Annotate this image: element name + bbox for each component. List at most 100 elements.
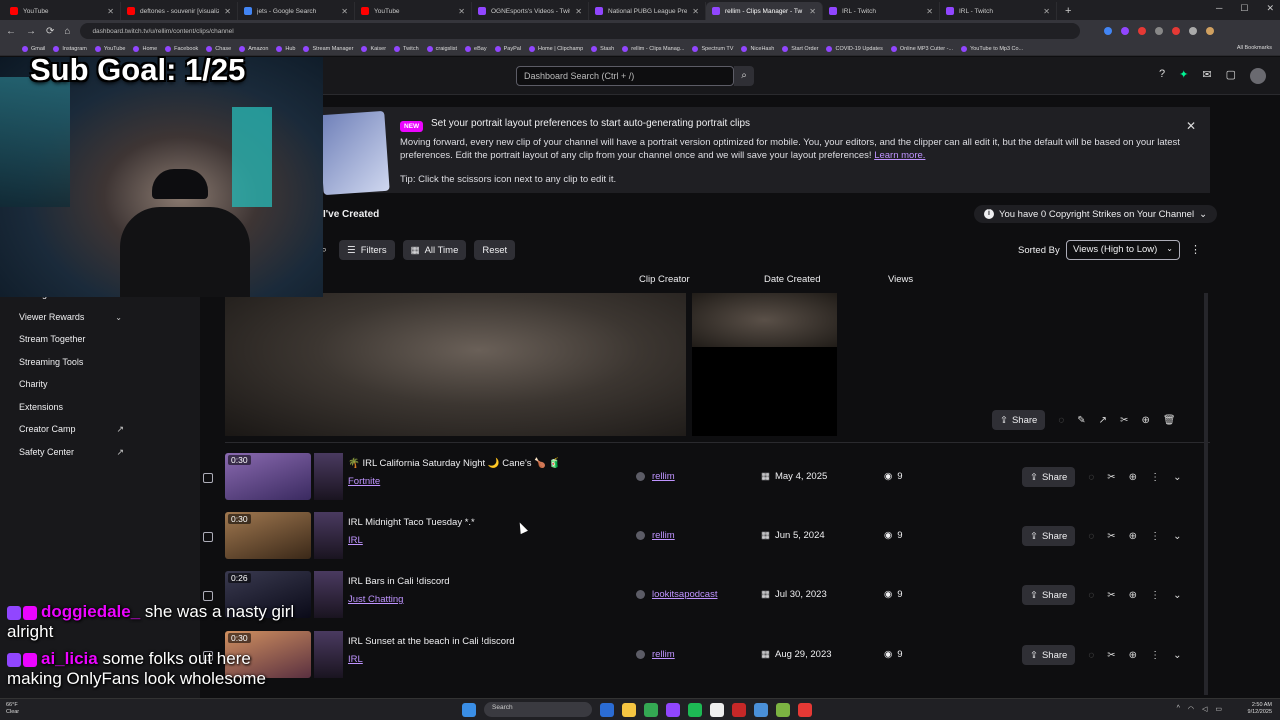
scissors-icon[interactable]: ✂ (1107, 650, 1115, 661)
app-icon[interactable] (754, 702, 768, 717)
row-checkbox[interactable] (203, 591, 213, 601)
clip-title[interactable]: IRL Midnight Taco Tuesday *.* (348, 517, 475, 528)
edit-icon[interactable]: ✎ (1077, 415, 1085, 426)
bookmark-item[interactable]: YouTube (94, 45, 125, 52)
scissors-icon[interactable]: ✂ (1107, 531, 1115, 542)
chrome-icon[interactable] (644, 702, 658, 717)
maximize-icon[interactable]: ☐ (1240, 3, 1248, 14)
all-bookmarks[interactable]: All Bookmarks (1237, 45, 1272, 51)
whispers-icon[interactable]: ▢ (1226, 68, 1236, 84)
back-icon[interactable]: ← (6, 26, 16, 37)
sidebar-item[interactable]: Charity (6, 374, 130, 394)
chevron-up-icon[interactable]: ^ (1177, 705, 1180, 713)
browser-tab[interactable]: National PUBG League Preseas ✕ (589, 2, 706, 20)
file-explorer-icon[interactable] (622, 702, 636, 717)
row-checkbox[interactable] (203, 532, 213, 542)
battery-icon[interactable]: ▭ (1215, 705, 1222, 713)
column-header-date[interactable]: Date Created (764, 274, 821, 285)
sidebar-item[interactable]: Streaming Tools (6, 352, 130, 372)
new-tab-button[interactable]: + (1057, 2, 1079, 20)
bookmark-item[interactable]: eBay (465, 45, 487, 52)
learn-more-link[interactable]: Learn more. (874, 150, 925, 161)
clip-landscape-preview[interactable] (225, 293, 686, 436)
extension-icon[interactable] (1155, 27, 1164, 35)
clip-creator[interactable]: rellim (636, 471, 675, 482)
download-icon[interactable]: ⊕ (1129, 472, 1137, 483)
delete-icon[interactable]: 🗑 (1163, 415, 1176, 426)
scrollbar[interactable] (1204, 293, 1208, 695)
clip-portrait-thumbnail[interactable] (314, 453, 343, 500)
clip-creator[interactable]: rellim (636, 649, 675, 660)
clip-category[interactable]: Fortnite (348, 476, 380, 487)
bookmark-item[interactable]: Start Order (782, 45, 818, 52)
download-icon[interactable]: ⊕ (1141, 415, 1149, 426)
profile-avatar-icon[interactable] (1206, 27, 1215, 35)
bookmark-item[interactable]: craigslist (426, 45, 457, 52)
reload-icon[interactable]: ⟳ (46, 26, 54, 37)
browser-tab[interactable]: YouTube ✕ (355, 2, 472, 20)
clip-portrait-thumbnail[interactable] (314, 571, 343, 618)
sort-select[interactable]: Views (High to Low) ⌄ (1066, 240, 1180, 260)
extension-icon[interactable] (1189, 27, 1198, 35)
app-icon[interactable] (600, 702, 614, 717)
more-options-icon[interactable]: ⋮ (1150, 472, 1160, 483)
filters-button[interactable]: ☰ Filters (339, 240, 395, 260)
dashboard-search-input[interactable]: Dashboard Search (Ctrl + /) (516, 66, 734, 86)
volume-icon[interactable]: ◁ (1202, 705, 1207, 713)
share-button[interactable]: ⇪ Share (1022, 526, 1076, 546)
browser-tab[interactable]: IRL - Twitch ✕ (823, 2, 940, 20)
home-icon[interactable]: ⌂ (64, 26, 70, 37)
bookmark-item[interactable]: NiceHash (741, 45, 774, 52)
chevron-down-icon[interactable]: ⌄ (1173, 472, 1181, 483)
sidebar-item[interactable]: Viewer Rewards ⌄ (6, 307, 130, 327)
close-tab-icon[interactable]: ✕ (692, 7, 699, 16)
gem-icon[interactable]: ✦ (1179, 68, 1188, 84)
start-icon[interactable] (462, 702, 476, 717)
time-range-button[interactable]: ▦ All Time (402, 240, 467, 260)
copyright-strikes-dropdown[interactable]: i You have 0 Copyright Strikes on Your C… (974, 205, 1218, 223)
share-button[interactable]: ⇪ Share (1022, 645, 1076, 665)
table-row[interactable]: 0:30 IRL Sunset at the beach in Cali !dis… (200, 628, 1210, 686)
help-icon[interactable]: ? (1159, 68, 1165, 84)
share-button[interactable]: ⇪ Share (1022, 585, 1076, 605)
bookmark-item[interactable]: Amazon (239, 45, 268, 52)
chevron-down-icon[interactable]: ⌄ (1173, 531, 1181, 542)
close-tab-icon[interactable]: ✕ (926, 7, 933, 16)
app-icon[interactable] (732, 702, 746, 717)
more-options-icon[interactable]: ⋮ (1150, 531, 1160, 542)
app-icon[interactable] (710, 702, 724, 717)
bookmark-item[interactable]: Home (133, 45, 157, 52)
scissors-icon[interactable]: ✂ (1120, 415, 1128, 426)
browser-tab[interactable]: IRL - Twitch ✕ (940, 2, 1057, 20)
bookmark-item[interactable]: Hub (276, 45, 295, 52)
bookmark-item[interactable]: COVID-19 Updates (826, 45, 883, 52)
bookmark-item[interactable]: PayPal (494, 45, 521, 52)
wifi-icon[interactable]: ◠ (1188, 705, 1194, 713)
app-icon[interactable] (798, 702, 812, 717)
scissors-icon[interactable]: ✂ (1107, 590, 1115, 601)
more-options-icon[interactable]: ⋮ (1150, 650, 1160, 661)
bookmark-item[interactable]: Instagram (53, 45, 87, 52)
chevron-down-icon[interactable]: ⌄ (1173, 650, 1181, 661)
sidebar-item[interactable]: Creator Camp ↗ (6, 419, 130, 439)
close-tab-icon[interactable]: ✕ (224, 7, 231, 16)
clip-portrait-thumbnail[interactable] (314, 512, 343, 559)
browser-tab[interactable]: YouTube ✕ (4, 2, 121, 20)
reset-button[interactable]: Reset (474, 240, 516, 260)
bookmark-item[interactable]: rellim - Clips Manag... (622, 45, 684, 52)
close-tab-icon[interactable]: ✕ (341, 7, 348, 16)
extension-icon[interactable] (1138, 27, 1147, 35)
app-icon[interactable] (666, 702, 680, 717)
taskbar-search[interactable]: Search (484, 702, 592, 717)
clip-category[interactable]: IRL (348, 535, 363, 546)
close-tab-icon[interactable]: ✕ (809, 7, 816, 16)
close-tab-icon[interactable]: ✕ (1043, 7, 1050, 16)
chevron-down-icon[interactable]: ⌄ (1173, 590, 1181, 601)
clip-title[interactable]: IRL Bars in Cali !discord (348, 576, 450, 587)
bookmark-item[interactable]: Twitch (394, 45, 419, 52)
inbox-icon[interactable]: ✉ (1202, 68, 1211, 84)
url-field[interactable]: dashboard.twitch.tv/u/rellim/content/cli… (80, 23, 1081, 39)
sidebar-item[interactable]: Stream Together (6, 329, 130, 349)
bookmark-item[interactable]: Home | Clipchamp (529, 45, 583, 52)
close-tab-icon[interactable]: ✕ (575, 7, 582, 16)
